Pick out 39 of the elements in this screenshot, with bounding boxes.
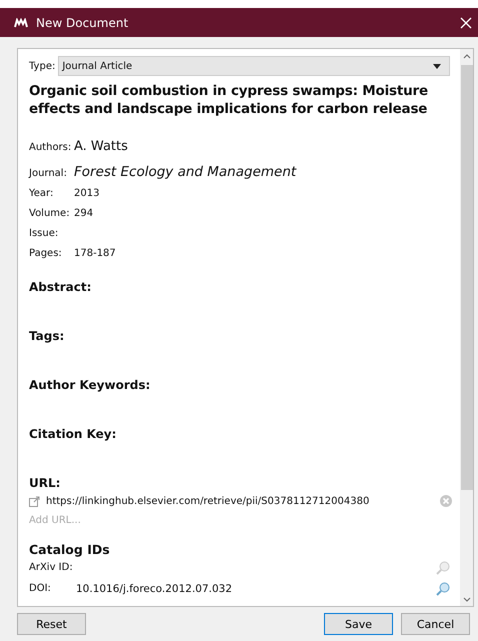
field-label: Authors: [29,142,72,153]
section-heading: Author Keywords: [29,378,152,394]
search-icon[interactable] [436,560,450,574]
remove-icon[interactable] [440,495,452,507]
document-title[interactable]: Organic soil combustion in cypress swamps: Moisture effects and landscape implications for carbon release [29,82,450,118]
type-label: Type: [29,60,56,72]
section-heading: Tags: [29,329,66,345]
catalog-value[interactable]: 10.1016/j.foreco.2012.07.032 [76,582,436,594]
section-heading: Citation Key: [29,427,118,443]
app-logo-icon [14,18,28,28]
scroll-up-icon[interactable] [462,54,470,59]
field-value[interactable]: 294 [74,208,94,219]
section-heading: URL: [29,476,62,490]
close-icon[interactable] [460,16,472,28]
reset-button[interactable]: Reset [17,613,86,635]
window-title: New Document [36,16,130,30]
section-heading: Abstract: [29,280,92,296]
search-icon[interactable] [436,582,450,596]
url-link[interactable]: https://linkinghub.elsevier.com/retrieve/pii/S0378112712004380 [46,496,434,506]
catalog-label: ArXiv ID: [29,562,74,573]
type-dropdown[interactable]: Journal Article [58,56,450,76]
field-value[interactable]: 2013 [74,188,100,199]
section-heading: Catalog IDs [29,542,111,557]
external-link-icon[interactable] [29,496,40,506]
field-value[interactable]: Forest Ecology and Management [74,164,296,180]
scrollbar-thumb[interactable] [460,65,472,490]
field-value[interactable]: A. Watts [74,139,128,154]
field-label: Volume: [29,208,71,219]
scrollbar[interactable] [460,49,473,606]
catalog-label: DOI: [29,583,52,594]
scroll-down-icon[interactable] [462,597,470,602]
field-label: Issue: [29,228,60,239]
save-button[interactable]: Save [324,613,393,635]
field-label: Pages: [29,248,63,259]
dropdown-caret-icon [433,64,441,68]
field-value[interactable]: 178-187 [74,248,116,259]
field-label: Journal: [29,168,68,179]
cancel-button[interactable]: Cancel [401,613,470,635]
field-label: Year: [29,188,54,199]
